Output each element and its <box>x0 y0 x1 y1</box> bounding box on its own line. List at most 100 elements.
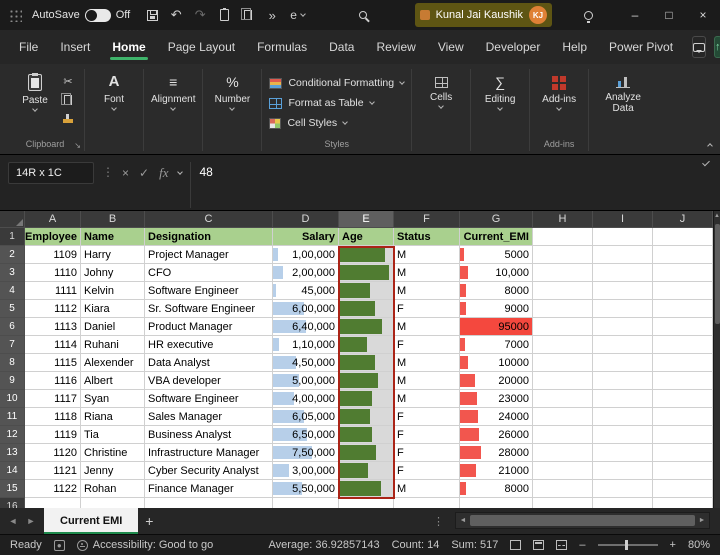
cell-H14[interactable] <box>533 462 593 480</box>
menu-tab-file[interactable]: File <box>8 30 49 64</box>
cell-D4[interactable]: 45,000 <box>273 282 339 300</box>
cell-A12[interactable]: 1119 <box>25 426 81 444</box>
zoom-slider[interactable] <box>597 540 658 550</box>
cell-A5[interactable]: 1112 <box>25 300 81 318</box>
row-header-10[interactable]: 10 <box>0 390 25 408</box>
menu-tab-home[interactable]: Home <box>101 30 156 64</box>
minimize-button[interactable]: – <box>618 0 652 30</box>
cell-G1[interactable]: Current_EMI <box>460 228 533 246</box>
cell-G12[interactable]: 26000 <box>460 426 533 444</box>
expand-formula-bar-icon[interactable] <box>702 158 710 167</box>
cell-C15[interactable]: Finance Manager <box>145 480 273 498</box>
cell-E6[interactable] <box>339 318 394 336</box>
cell-I11[interactable] <box>593 408 653 426</box>
cell-D7[interactable]: 1,10,000 <box>273 336 339 354</box>
sheet-tab-current-emi[interactable]: Current EMI <box>44 508 139 534</box>
cell-D12[interactable]: 6,50,000 <box>273 426 339 444</box>
cell-B15[interactable]: Rohan <box>81 480 145 498</box>
cell-C14[interactable]: Cyber Security Analyst <box>145 462 273 480</box>
cell-G8[interactable]: 10000 <box>460 354 533 372</box>
cell-I13[interactable] <box>593 444 653 462</box>
cell-D2[interactable]: 1,00,000 <box>273 246 339 264</box>
row-header-12[interactable]: 12 <box>0 426 25 444</box>
cell-B7[interactable]: Ruhani <box>81 336 145 354</box>
quick-access-more-button[interactable]: e <box>284 3 311 27</box>
cell-B5[interactable]: Kiara <box>81 300 145 318</box>
cell-I14[interactable] <box>593 462 653 480</box>
number-menu-button[interactable]: % Number <box>210 69 254 111</box>
maximize-button[interactable]: □ <box>652 0 686 30</box>
cell-H12[interactable] <box>533 426 593 444</box>
cell-G6[interactable]: 95000 <box>460 318 533 336</box>
formula-input[interactable]: 48 <box>190 162 696 208</box>
cell-D14[interactable]: 3,00,000 <box>273 462 339 480</box>
cell-F4[interactable]: M <box>394 282 460 300</box>
cell-H16[interactable] <box>533 498 593 508</box>
row-header-9[interactable]: 9 <box>0 372 25 390</box>
cell-G10[interactable]: 23000 <box>460 390 533 408</box>
cell-C3[interactable]: CFO <box>145 264 273 282</box>
zoom-slider-thumb[interactable] <box>624 540 628 550</box>
cell-F2[interactable]: M <box>394 246 460 264</box>
cell-I4[interactable] <box>593 282 653 300</box>
column-header-I[interactable]: I <box>593 211 653 228</box>
cell-A9[interactable]: 1116 <box>25 372 81 390</box>
cell-E9[interactable] <box>339 372 394 390</box>
column-header-J[interactable]: J <box>653 211 713 228</box>
cell-J2[interactable] <box>653 246 713 264</box>
format-as-table-button[interactable]: Format as Table <box>269 94 404 112</box>
column-header-B[interactable]: B <box>81 211 145 228</box>
cell-F11[interactable]: F <box>394 408 460 426</box>
cell-I1[interactable] <box>593 228 653 246</box>
cell-E10[interactable] <box>339 390 394 408</box>
cell-D11[interactable]: 6,05,000 <box>273 408 339 426</box>
cell-I8[interactable] <box>593 354 653 372</box>
cell-J4[interactable] <box>653 282 713 300</box>
cell-E11[interactable] <box>339 408 394 426</box>
cell-H3[interactable] <box>533 264 593 282</box>
cell-G2[interactable]: 5000 <box>460 246 533 264</box>
cell-A7[interactable]: 1114 <box>25 336 81 354</box>
cell-E4[interactable] <box>339 282 394 300</box>
cell-J3[interactable] <box>653 264 713 282</box>
cell-A4[interactable]: 1111 <box>25 282 81 300</box>
cell-G5[interactable]: 9000 <box>460 300 533 318</box>
column-header-D[interactable]: D <box>273 211 339 228</box>
cell-C16[interactable] <box>145 498 273 508</box>
row-header-1[interactable]: 1 <box>0 228 25 246</box>
new-sheet-button[interactable]: + <box>138 508 160 534</box>
autosave-toggle-icon[interactable] <box>84 8 111 22</box>
cell-A16[interactable] <box>25 498 81 508</box>
cell-A6[interactable]: 1113 <box>25 318 81 336</box>
cell-B9[interactable]: Albert <box>81 372 145 390</box>
cell-E13[interactable] <box>339 444 394 462</box>
cell-C12[interactable]: Business Analyst <box>145 426 273 444</box>
row-header-14[interactable]: 14 <box>0 462 25 480</box>
cell-B6[interactable]: Daniel <box>81 318 145 336</box>
normal-view-button[interactable] <box>510 540 522 550</box>
row-header-8[interactable]: 8 <box>0 354 25 372</box>
redo-button[interactable]: ↷ <box>188 3 212 27</box>
cell-F5[interactable]: F <box>394 300 460 318</box>
cell-I6[interactable] <box>593 318 653 336</box>
cell-C11[interactable]: Sales Manager <box>145 408 273 426</box>
sheet-nav-left-icon[interactable]: ◄ <box>4 508 22 534</box>
share-button[interactable]: ↑ <box>714 36 720 58</box>
cell-H10[interactable] <box>533 390 593 408</box>
cell-H7[interactable] <box>533 336 593 354</box>
menu-tab-developer[interactable]: Developer <box>475 30 552 64</box>
cell-F16[interactable] <box>394 498 460 508</box>
comments-button[interactable] <box>692 36 707 58</box>
cell-E7[interactable] <box>339 336 394 354</box>
undo-button[interactable]: ↶ <box>164 3 188 27</box>
cell-B3[interactable]: Johny <box>81 264 145 282</box>
cell-B8[interactable]: Alexender <box>81 354 145 372</box>
cell-A1[interactable]: Employee <box>25 228 81 246</box>
cell-F6[interactable]: M <box>394 318 460 336</box>
cell-D3[interactable]: 2,00,000 <box>273 264 339 282</box>
insert-function-button[interactable]: fx <box>159 165 168 181</box>
app-launcher-icon[interactable] <box>8 8 22 22</box>
cell-I10[interactable] <box>593 390 653 408</box>
clipboard-button[interactable] <box>212 3 236 27</box>
cell-D6[interactable]: 6,40,000 <box>273 318 339 336</box>
